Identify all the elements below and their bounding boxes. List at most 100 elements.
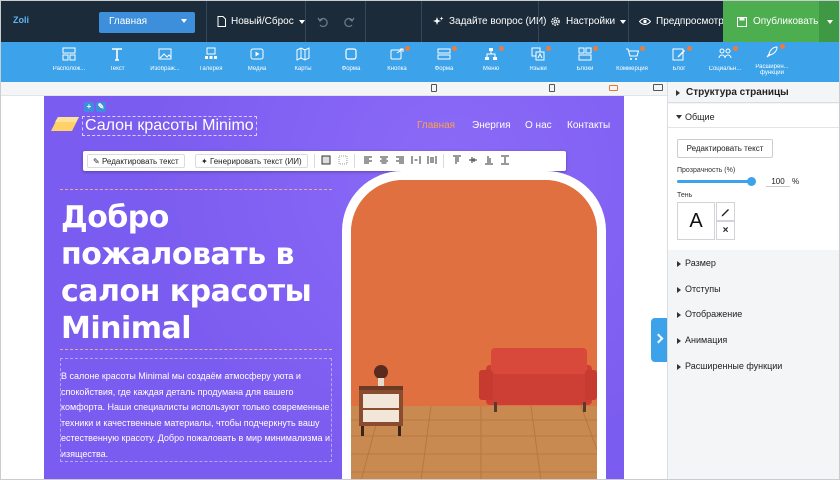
tool-social[interactable]: Социальн... <box>702 42 748 82</box>
brand-name[interactable]: Салон красоты Minimo <box>82 116 257 136</box>
section-animation[interactable]: Анимация <box>668 327 839 353</box>
phone-icon[interactable] <box>431 84 437 92</box>
align-center-icon[interactable] <box>379 155 389 165</box>
tool-label: Форма <box>434 66 454 72</box>
page-select[interactable]: Главная <box>99 12 195 33</box>
tool-label: Располож... <box>52 66 86 72</box>
page-structure-header[interactable]: Структура страницы <box>668 82 839 103</box>
justify-icon[interactable] <box>427 155 437 165</box>
desktop-icon[interactable] <box>653 84 663 91</box>
nav-link-energy[interactable]: Энергия <box>472 120 510 131</box>
cart-icon <box>626 48 639 60</box>
tool-blog[interactable]: Блог <box>656 42 702 82</box>
tool-menu[interactable]: Меню <box>468 42 514 82</box>
button-icon <box>390 48 404 60</box>
preview-button[interactable]: Предпросмотр <box>639 1 724 42</box>
redo-icon[interactable] <box>343 16 355 28</box>
tool-label: Меню <box>482 66 500 72</box>
shape-icon <box>345 48 357 60</box>
new-reset-button[interactable]: Новый/Сброс <box>217 1 305 42</box>
tool-label: Коммерция <box>616 66 648 72</box>
tool-languages[interactable]: Языки <box>515 42 561 82</box>
brand-logo[interactable] <box>50 116 80 132</box>
chevron-down-icon <box>827 20 833 24</box>
tool-form[interactable]: Форма <box>421 42 467 82</box>
general-section-header[interactable]: Общие <box>668 104 839 128</box>
app-logo[interactable]: Zoli <box>13 15 39 27</box>
laptop-icon[interactable] <box>609 85 618 91</box>
eye-icon <box>639 18 651 25</box>
new-badge <box>687 46 692 51</box>
distribute-horizontal-icon[interactable] <box>411 155 421 165</box>
tool-text[interactable]: Текст <box>94 42 140 82</box>
settings-button[interactable]: Настройки <box>550 1 627 42</box>
tool-button[interactable]: Кнопка <box>374 42 420 82</box>
ask-ai-button[interactable]: Задайте вопрос (ИИ) <box>433 1 547 42</box>
tool-commerce[interactable]: Коммерция <box>609 42 655 82</box>
tool-gallery[interactable]: Галерея <box>188 42 234 82</box>
page-select-value: Главная <box>109 16 148 27</box>
tool-media[interactable]: Медиа <box>234 42 280 82</box>
tool-blocks[interactable]: Блоки <box>562 42 608 82</box>
document-icon <box>217 16 226 27</box>
align-right-icon[interactable] <box>395 155 405 165</box>
opacity-slider[interactable] <box>677 180 753 183</box>
panel-edit-text-button[interactable]: Редактировать текст <box>677 139 773 158</box>
edit-text-button[interactable]: ✎ Редактировать текст <box>87 154 185 168</box>
background-color-icon[interactable] <box>321 155 331 165</box>
chevron-right-icon <box>677 364 681 370</box>
divider <box>421 1 422 42</box>
shadow-clear-button[interactable]: × <box>716 221 735 240</box>
chevron-right-icon <box>677 287 681 293</box>
section-advanced[interactable]: Расширенные функции <box>668 353 839 379</box>
move-handle-icon[interactable]: + <box>84 102 94 112</box>
tool-image[interactable]: Изображ... <box>142 42 188 82</box>
divider <box>628 1 629 42</box>
hero-title[interactable]: Добро пожаловать в салон красоты Minimal <box>61 199 341 347</box>
shadow-edit-button[interactable] <box>716 202 735 221</box>
selection-guide <box>60 349 332 350</box>
tool-label: Текст <box>109 66 125 72</box>
align-top-icon[interactable] <box>452 155 462 165</box>
sparkle-icon <box>433 16 444 25</box>
tool-advanced[interactable]: Расширен... функции <box>749 42 795 82</box>
text-icon <box>112 48 122 61</box>
section-display[interactable]: Отображение <box>668 301 839 327</box>
divider <box>206 1 207 42</box>
divider <box>538 1 539 42</box>
tablet-icon[interactable] <box>549 84 555 92</box>
align-bottom-icon[interactable] <box>484 155 494 165</box>
map-icon <box>296 47 310 61</box>
panel-toggle-button[interactable] <box>651 318 667 362</box>
gallery-icon <box>205 47 217 59</box>
section-spacing[interactable]: Отступы <box>668 276 839 302</box>
edit-text-label: Редактировать текст <box>101 157 179 166</box>
publish-button[interactable]: Опубликовать <box>723 1 819 42</box>
section-size-label: Размер <box>685 258 716 268</box>
stretch-vertical-icon[interactable] <box>500 155 510 165</box>
nav-link-home[interactable]: Главная <box>417 120 455 131</box>
nav-link-contacts[interactable]: Контакты <box>567 120 610 131</box>
editor-window: Zoli Главная Новый/Сброс Задайте вопрос … <box>0 0 840 480</box>
tool-label: Социальн... <box>708 66 742 72</box>
section-size[interactable]: Размер <box>668 250 839 276</box>
generate-text-button[interactable]: ✦ Генерировать текст (ИИ) <box>195 154 308 168</box>
chevron-down-icon <box>676 115 682 119</box>
hero-description[interactable]: В салоне красоты Minimal мы создаём атмо… <box>61 369 331 463</box>
opacity-input[interactable]: 100 <box>766 177 790 187</box>
tool-shape[interactable]: Форма <box>328 42 374 82</box>
tool-label: Галерея <box>199 66 223 72</box>
hero-image[interactable] <box>351 180 597 479</box>
nav-link-about[interactable]: О нас <box>525 120 552 131</box>
align-left-icon[interactable] <box>363 155 373 165</box>
tool-label: Расширен... функции <box>755 64 789 76</box>
opacity-slider-handle[interactable] <box>747 177 756 186</box>
border-icon[interactable] <box>338 155 348 165</box>
publish-options-button[interactable] <box>819 1 839 42</box>
edit-handle-icon[interactable]: ✎ <box>96 102 106 112</box>
align-middle-icon[interactable] <box>468 155 478 165</box>
tool-map[interactable]: Карты <box>280 42 326 82</box>
shadow-preview[interactable]: A <box>677 202 715 240</box>
tool-layout[interactable]: Располож... <box>46 42 92 82</box>
undo-icon[interactable] <box>317 16 329 28</box>
